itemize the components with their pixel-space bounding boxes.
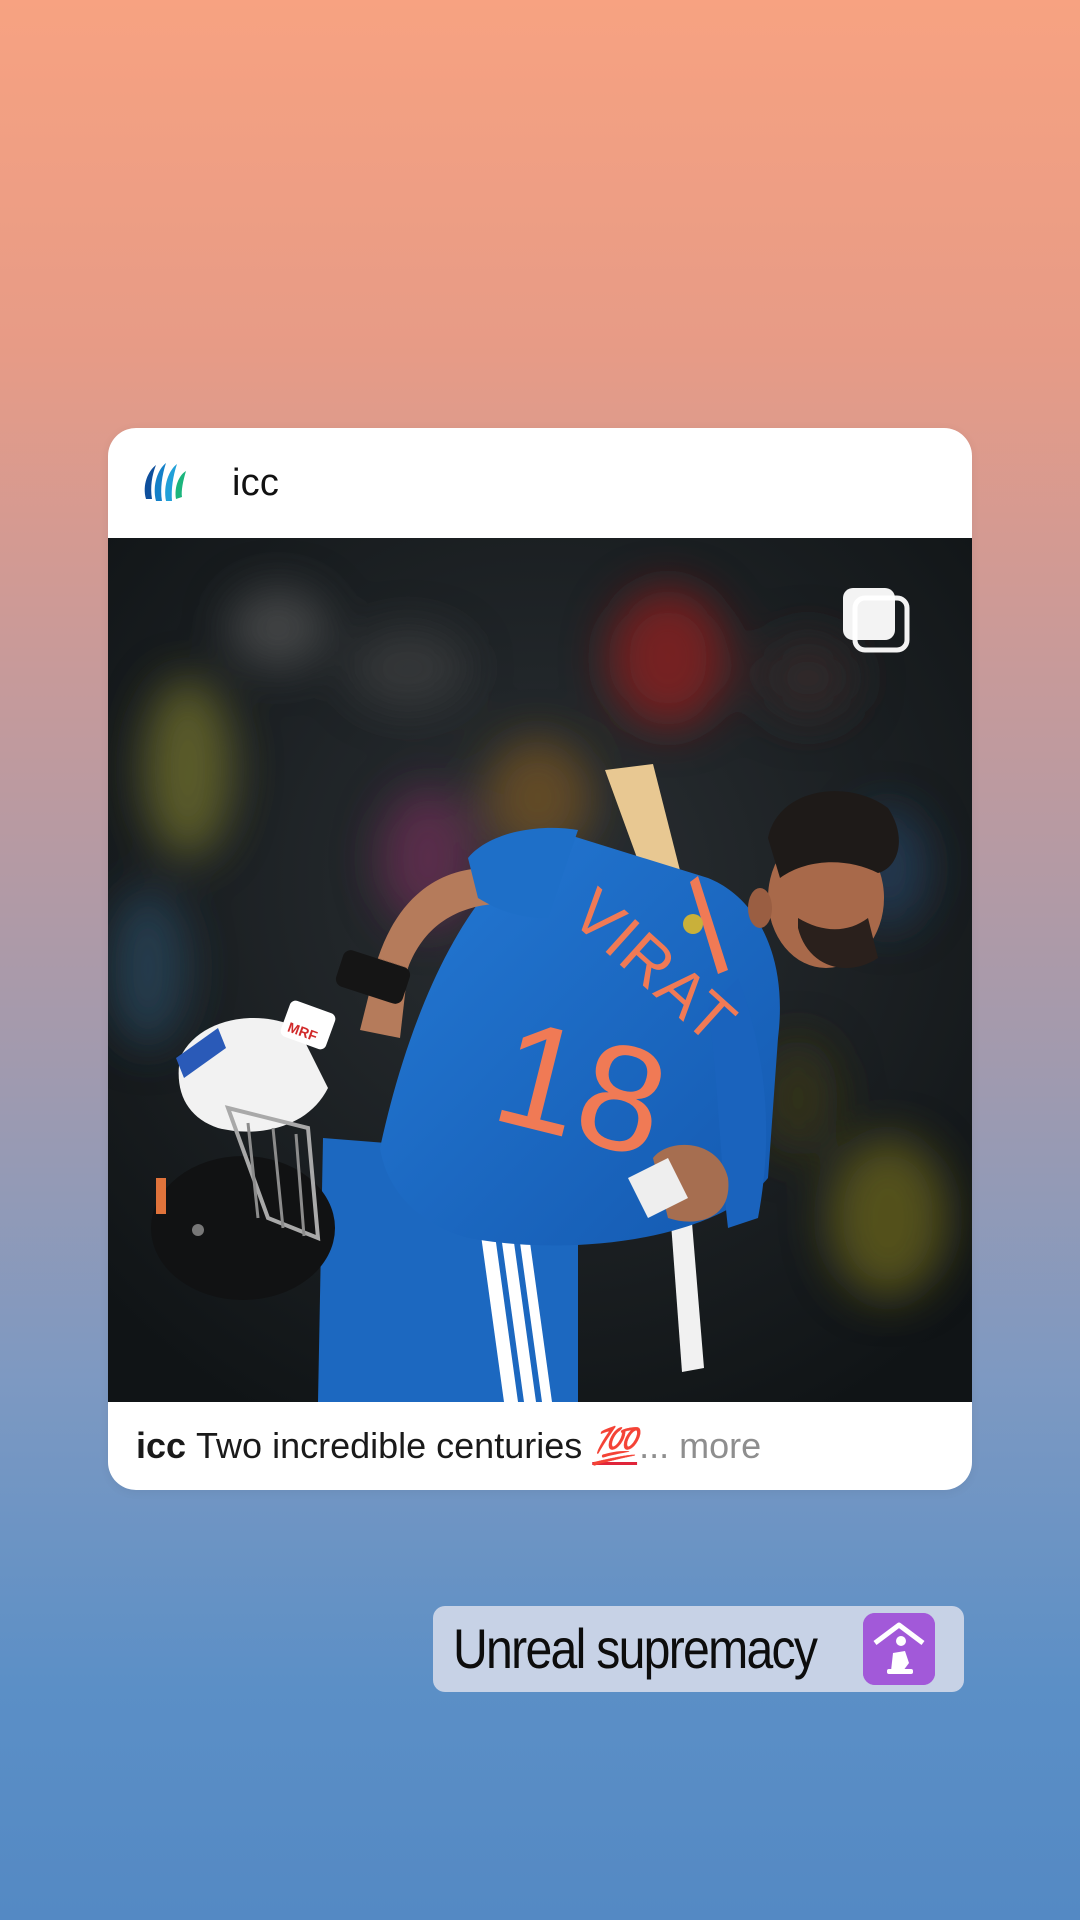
icc-logo-icon[interactable] (136, 455, 192, 511)
post-username[interactable]: icc (232, 458, 279, 508)
place-of-worship-icon (863, 1613, 935, 1685)
post-caption[interactable]: icc Two incredible centuries 💯 ... more (136, 1418, 761, 1474)
caption-text: Two incredible centuries (196, 1425, 583, 1466)
shared-post-card[interactable]: icc VIRAT 18 MRF icc Two incredible cent… (108, 428, 972, 1490)
caption-more-link[interactable]: ... more (639, 1418, 761, 1474)
text-sticker[interactable]: Unreal supremacy (433, 1606, 964, 1692)
sticker-text: Unreal supremacy (453, 1617, 818, 1680)
post-image[interactable]: VIRAT 18 MRF (108, 538, 972, 1402)
post-header: icc (108, 428, 972, 538)
caption-username[interactable]: icc (136, 1418, 186, 1474)
hundred-points-icon: 💯 (592, 1425, 638, 1466)
